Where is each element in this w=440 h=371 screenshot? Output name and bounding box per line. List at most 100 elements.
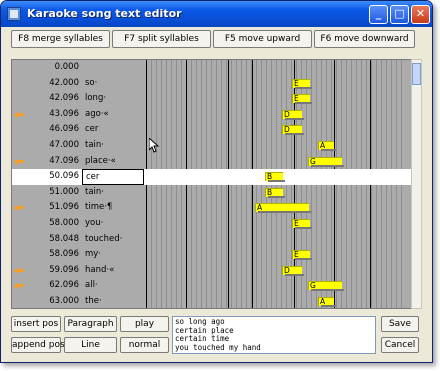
row-time: 47.096 [49,155,79,166]
row-time: 46.096 [49,124,79,135]
row-indicator [12,263,26,279]
row-syllable[interactable]: my· [82,247,144,263]
play-button[interactable]: play [120,316,169,332]
merge-syllables-button[interactable]: F8 merge syllables [11,30,110,48]
minimize-button[interactable]: _ [369,5,388,24]
editor-window: Karaoke song text editor _ □ ✕ F8 merge … [0,0,433,363]
scroll-thumb[interactable] [412,63,421,85]
note-bar[interactable]: D [282,265,304,276]
note-bar[interactable]: A [318,141,336,151]
save-button[interactable]: Save [381,316,419,332]
row-syllable[interactable]: place·« [82,154,144,170]
row-syllable[interactable]: so· [82,76,144,92]
row-indicator [12,232,26,248]
note-bar[interactable]: A [318,297,336,307]
syllable-row[interactable]: 51.000 tain· B [12,185,418,201]
syllable-row[interactable]: 47.096 place·« G [12,154,418,170]
row-syllable[interactable]: tain· [82,138,144,154]
window-title: Karaoke song text editor [27,7,182,20]
row-syllable[interactable]: ago·« [82,107,144,123]
toolbar: F8 merge syllables F7 split syllables F5… [11,30,419,48]
mouse-cursor-icon [149,138,159,153]
syllable-row[interactable]: 59.096 hand·« D [12,263,418,279]
split-syllables-button[interactable]: F7 split syllables [112,30,211,48]
row-indicator [12,278,26,294]
row-syllable[interactable]: the· [82,294,144,308]
row-time: 50.096 [49,171,79,182]
row-indicator [12,91,26,107]
row-syllable[interactable]: cer [82,122,144,138]
row-syllable[interactable] [82,60,144,76]
syllable-row[interactable]: 58.000 you· E [12,216,418,232]
row-time: 51.096 [49,202,79,213]
row-time: 42.000 [49,77,79,88]
note-bar[interactable]: E [292,219,312,229]
note-bar[interactable]: A [255,203,311,214]
app-icon [7,7,21,21]
row-syllable[interactable]: you· [82,216,144,232]
row-time: 58.048 [49,233,79,244]
syllable-row[interactable]: 51.096 time·¶ A [12,200,418,216]
lyrics-textarea[interactable]: so long ago certain place certain time y… [172,316,376,354]
note-bar[interactable]: D [282,125,304,136]
note-bar[interactable]: G [308,156,344,167]
append-pos-button[interactable]: append pos [11,337,65,353]
row-syllable[interactable]: all· [82,278,144,294]
syllable-row[interactable]: 58.096 my· E [12,247,418,263]
syllable-row[interactable]: 47.000 tain· A [12,138,418,154]
line-break-arrow-icon [13,158,24,165]
row-indicator [12,247,26,263]
row-syllable[interactable]: hand·« [82,263,144,279]
row-indicator [12,216,26,232]
note-bar[interactable]: D [282,109,304,120]
row-syllable[interactable]: cer [82,169,144,185]
row-time: 58.096 [49,249,79,260]
row-syllable[interactable]: time·¶ [82,200,144,216]
line-break-arrow-icon [13,282,24,290]
row-indicator [12,154,26,170]
line-break-arrow-icon [13,204,24,212]
syllable-row[interactable]: 62.096 all· G [12,278,418,294]
maximize-button[interactable]: □ [390,5,409,24]
syllable-row[interactable]: 63.000 the· A [12,294,418,308]
row-indicator [12,169,26,185]
row-indicator [12,138,26,154]
close-button[interactable]: ✕ [411,5,430,24]
note-bar[interactable]: B [265,172,285,183]
note-bar[interactable]: E [292,250,312,261]
syllable-row[interactable]: 46.096 cer D [12,122,418,138]
syllable-row[interactable]: 58.048 touched· [12,232,418,248]
insert-pos-button[interactable]: insert pos [11,316,61,332]
cancel-button[interactable]: Cancel [381,337,419,353]
note-bar[interactable]: E [292,94,312,105]
row-time: 43.096 [49,108,79,119]
row-time: 51.000 [49,186,79,197]
normal-button[interactable]: normal [120,337,169,353]
title-bar[interactable]: Karaoke song text editor _ □ ✕ [1,1,432,27]
move-downward-button[interactable]: F6 move downward [314,30,415,48]
row-indicator [12,107,26,123]
line-button[interactable]: Line [64,337,117,353]
row-time: 42.096 [49,93,79,104]
row-syllable[interactable]: touched· [82,232,144,248]
note-bar[interactable]: E [292,78,312,89]
row-indicator [12,294,26,308]
syllable-row[interactable]: 0.000 [12,60,418,76]
paragraph-button[interactable]: Paragraph [64,316,117,332]
syllable-row[interactable]: 50.096 cer B [12,169,418,185]
line-break-arrow-icon [13,111,24,118]
row-time: 63.000 [49,296,79,306]
syllable-row[interactable]: 43.096 ago·« D [12,107,418,123]
syllable-row[interactable]: 42.000 so· E [12,76,418,92]
syllable-row[interactable]: 42.096 long· E [12,91,418,107]
row-time: 0.000 [54,62,79,72]
syllable-grid[interactable]: 0.000 42.000 so· E 42.096 long· E 43.096 ago·« D 4… [11,59,419,309]
row-indicator [12,76,26,92]
note-bar[interactable]: B [265,187,285,198]
row-time: 62.096 [49,280,79,291]
vertical-scrollbar[interactable] [411,59,422,309]
move-upward-button[interactable]: F5 move upward [213,30,312,48]
row-syllable[interactable]: tain· [82,185,144,201]
row-syllable[interactable]: long· [82,91,144,107]
note-bar[interactable]: G [308,281,344,292]
